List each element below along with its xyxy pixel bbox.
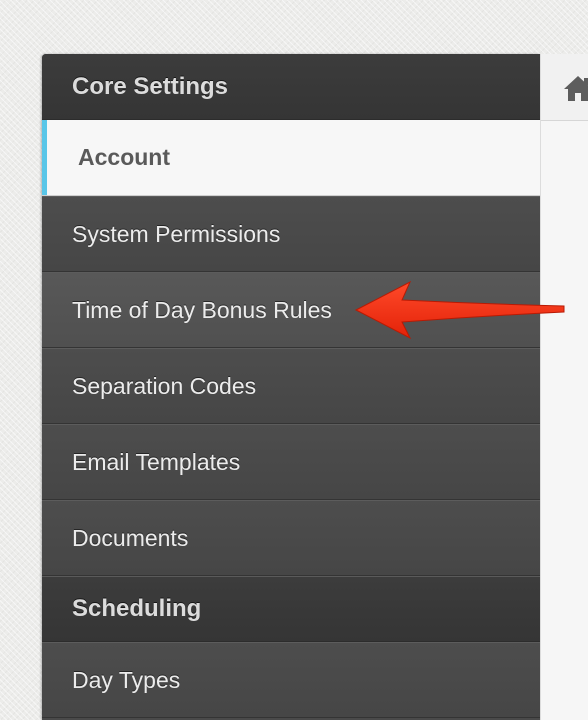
sidebar-item-separation-codes[interactable]: Separation Codes <box>42 348 540 424</box>
red-arrow-icon <box>354 280 565 340</box>
home-icon[interactable] <box>563 74 588 102</box>
sidebar-item-label: Account <box>78 144 170 170</box>
sidebar-item-system-permissions[interactable]: System Permissions <box>42 196 540 272</box>
main-content-panel <box>540 54 588 720</box>
sidebar-item-documents[interactable]: Documents <box>42 500 540 576</box>
sidebar-item-label: Day Types <box>72 666 181 693</box>
sidebar-item-label: Time of Day Bonus Rules <box>72 296 332 323</box>
settings-sidebar: Core Settings Account System Permissions… <box>42 54 540 720</box>
sidebar-item-label: Separation Codes <box>72 372 257 399</box>
sidebar-item-label: Documents <box>72 524 189 551</box>
sidebar-item-account[interactable]: Account <box>42 120 540 196</box>
sidebar-item-label: Email Templates <box>72 448 241 475</box>
section-header-scheduling: Scheduling <box>42 576 540 642</box>
breadcrumb-bar <box>541 54 588 121</box>
sidebar-item-day-types[interactable]: Day Types <box>42 642 540 718</box>
sidebar-item-label: System Permissions <box>72 220 281 247</box>
section-header-core-settings: Core Settings <box>42 54 540 120</box>
sidebar-item-email-templates[interactable]: Email Templates <box>42 424 540 500</box>
